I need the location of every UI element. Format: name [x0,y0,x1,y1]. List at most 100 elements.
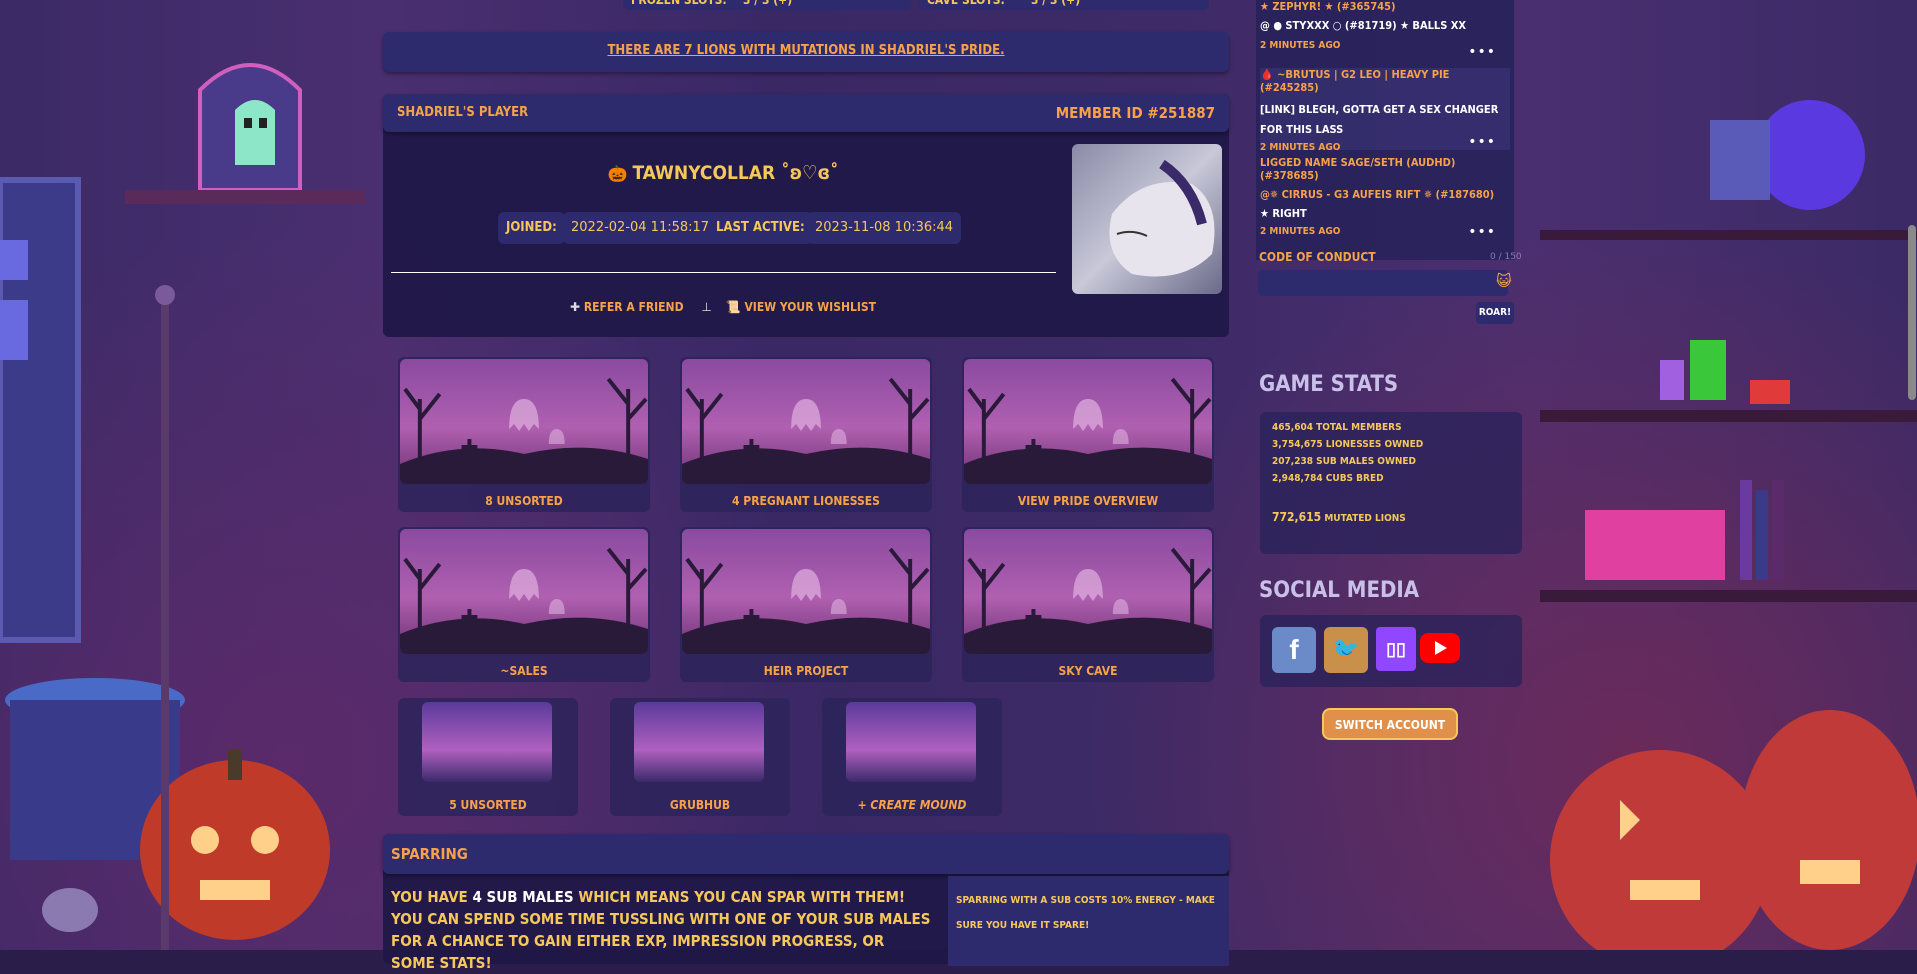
mutation-notice-link[interactable]: There are 7 lions with mutations in Shad… [383,43,1229,58]
sparring-text-start: You have [391,888,473,906]
lion-avatar-image [1109,159,1215,277]
tile-label: Heir Project [763,664,849,678]
tile-label: 8 Unsorted [485,494,563,508]
chat-message: Ligged Name Sage/Seth (AuDHD) (#378685) … [1260,156,1510,240]
cave-slots-label: Cave Slots: [919,0,1029,10]
sparring-panel: Sparring You have 4 Sub Males which mean… [383,834,1229,972]
stat-row: 3,754,675 Lionesses Owned [1272,439,1423,450]
graveyard-image [682,529,930,654]
stat-value: 3,754,675 [1272,439,1323,450]
stat-value: 772,615 [1272,510,1322,524]
view-wishlist-link[interactable]: View Your Wishlist [744,300,876,314]
forest-image [634,702,764,782]
small-tile-create-mound[interactable]: + Create Mound [822,698,1002,816]
tile-heir-project[interactable]: Heir Project [680,527,932,682]
stat-label: Cubs Bred [1325,473,1384,484]
tile-label: ~Sales [500,664,548,678]
stat-row: 772,615 Mutated Lions [1272,510,1406,524]
game-stats-title: Game Stats [1259,372,1399,397]
sparring-description: You have 4 Sub Males which means you can… [391,886,931,974]
player-links: ✚ Refer a Friend ⊥ 📜 View Your Wishlist [383,300,1063,314]
twitter-icon[interactable]: 🐦 [1324,627,1368,673]
cave-slots-value[interactable]: 3 / 3 (+) [1023,0,1209,10]
pumpkin-icon: 🎃 [607,164,628,183]
stat-label: Lionesses Owned [1325,439,1424,450]
stat-value: 465,604 [1272,422,1313,433]
stat-value: 207,238 [1272,456,1313,467]
sparring-side-note: Sparring with a sub costs 10% energy - m… [956,895,1215,931]
player-avatar[interactable] [1072,144,1222,294]
stat-label: Mutated Lions [1324,513,1406,524]
tile-unsorted[interactable]: 8 Unsorted [398,357,650,512]
small-tile-grubhub[interactable]: GrubHub [610,698,790,816]
twitch-icon[interactable]: ▯▯ [1376,627,1416,671]
joined-value: 2022-02-04 11:58:17 [563,212,718,244]
player-header-title: Shadriel's Player [397,105,529,120]
tile-label: 4 Pregnant Lionesses [732,494,880,508]
player-panel-header: Shadriel's Player Member ID #251887 [383,94,1229,132]
graveyard-image [400,529,648,654]
stat-value: 2,948,784 [1272,473,1323,484]
small-tile-label: + Create Mound [857,798,967,812]
small-tile-unsorted[interactable]: 5 Unsorted [398,698,578,816]
stat-row: 465,604 Total Members [1272,422,1402,433]
slots-bar: Frozen Slots: 3 / 3 (+) Cave Slots: 3 / … [383,0,1215,20]
char-counter: 0 / 150 [1490,252,1522,262]
youtube-icon[interactable] [1420,633,1460,663]
chat-message-author[interactable]: Ligged Name Sage/Seth (AuDHD) (#378685) [1260,156,1510,182]
sparring-title: Sparring [391,845,468,863]
chat-panel: ★ ZEPHYR! ★ (#365745) @ ● STYXXX ○ (#817… [1256,0,1514,260]
sparring-header: Sparring [383,834,1229,874]
player-name-row: 🎃 TAWNYCOLLAR ˚ʚ♡ɞ˚ [383,162,1063,184]
last-active-label: Last Active: [708,212,813,244]
player-name: TAWNYCOLLAR ˚ʚ♡ɞ˚ [632,162,839,184]
chat-input[interactable] [1258,270,1508,296]
small-tile-label: GrubHub [669,798,731,812]
sub-male-count: 4 [472,888,482,906]
more-options-icon[interactable]: ••• [1468,44,1496,60]
graveyard-image [400,359,648,484]
mutation-notice-bar: There are 7 lions with mutations in Shad… [383,32,1229,72]
tile-label: Sky Cave [1058,664,1118,678]
refer-plus-icon: ✚ [569,300,581,314]
more-options-icon[interactable]: ••• [1468,134,1496,150]
chat-message-body2: ★ Right [1260,207,1307,220]
forest-image [846,702,976,782]
chat-message-body: @✵ Cirrus - G3 Aufeis Rift ✵ (#187680) [1260,188,1495,201]
social-media-title: Social Media [1259,578,1420,603]
stat-label: Total Members [1316,422,1402,433]
social-media-panel: f 🐦 ▯▯ [1260,615,1522,687]
chat-message-author[interactable]: 🩸 ~Brutus | G2 Leo | Heavy Pie (#245285) [1260,68,1510,94]
chat-message: 🩸 ~Brutus | G2 Leo | Heavy Pie (#245285)… [1260,68,1510,153]
code-of-conduct-link[interactable]: Code of Conduct [1259,250,1376,264]
stat-label: Sub Males Owned [1316,456,1417,467]
frozen-slots-label: Frozen Slots: [623,0,743,10]
scrollbar-thumb[interactable] [1908,225,1916,400]
chat-message-body: @ ● STYXXX ○ (#81719) ★ Balls xx [1260,19,1467,32]
graveyard-image [964,359,1212,484]
divider [391,272,1056,273]
refer-friend-link[interactable]: Refer a Friend [584,300,684,314]
scroll-icon: 📜 [725,300,741,314]
separator-icon: ⊥ [701,300,712,314]
player-panel: Shadriel's Player Member ID #251887 🎃 TA… [383,94,1229,337]
facebook-icon[interactable]: f [1272,627,1316,673]
last-active-value: 2023-11-08 10:36:44 [807,212,962,244]
chat-message-author[interactable]: ★ ZEPHYR! ★ (#365745) [1260,0,1510,13]
sub-males-highlight: Sub Males [486,888,574,906]
roar-button[interactable]: Roar! [1476,302,1514,324]
graveyard-image [682,359,930,484]
member-id: Member ID #251887 [1055,104,1215,122]
joined-label: Joined: [498,212,565,244]
emoji-icon[interactable]: 😺 [1496,272,1512,290]
switch-account-button[interactable]: Switch Account [1322,708,1458,740]
tile-pride-overview[interactable]: View Pride Overview [962,357,1214,512]
stat-row: 207,238 Sub Males Owned [1272,456,1416,467]
tile-sky-cave[interactable]: Sky Cave [962,527,1214,682]
tile-sales[interactable]: ~Sales [398,527,650,682]
chat-message: ★ ZEPHYR! ★ (#365745) @ ● STYXXX ○ (#817… [1260,0,1510,62]
more-options-icon[interactable]: ••• [1468,224,1496,240]
tile-pregnant-lionesses[interactable]: 4 Pregnant Lionesses [680,357,932,512]
frozen-slots-value[interactable]: 3 / 3 (+) [735,0,911,10]
game-stats-panel: 465,604 Total Members 3,754,675 Lionesse… [1260,412,1522,554]
